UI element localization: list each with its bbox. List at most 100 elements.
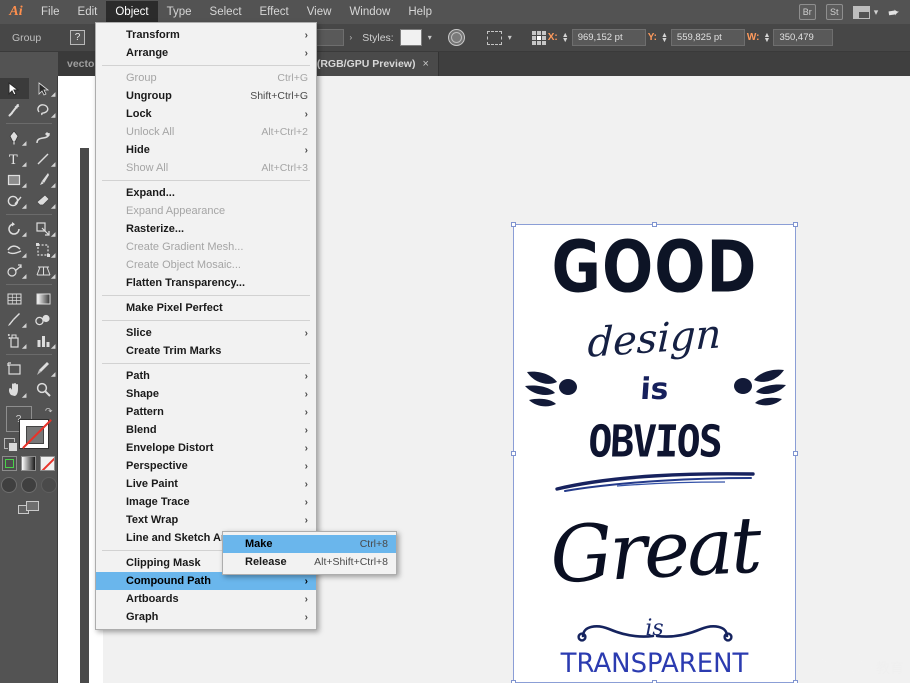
swap-fill-stroke-icon[interactable]: ↷ [45,406,53,417]
menu-item-ungroup[interactable]: Ungroup Shift+Ctrl+G [96,87,316,105]
menu-item-make-pixel-perfect[interactable]: Make Pixel Perfect [96,299,316,317]
line-segment-tool[interactable]: ◢ [29,148,58,169]
menu-item-text-wrap[interactable]: Text Wrap › [96,511,316,529]
pen-tool[interactable]: ◢ [0,127,29,148]
gradient-fill-button[interactable] [21,456,36,471]
y-coordinate-input[interactable]: 559,825 pt [670,29,745,46]
selection-tool[interactable] [0,78,29,99]
menu-item-label: Show All [126,162,169,174]
menu-select[interactable]: Select [201,1,251,23]
menu-effect[interactable]: Effect [251,1,298,23]
scale-tool[interactable]: ◢ [29,218,58,239]
none-fill-button[interactable] [40,456,55,471]
x-stepper[interactable]: ▲ ▼ [562,32,569,44]
tool-flyout-triangle-icon: ◢ [21,344,27,350]
draw-inside-button[interactable] [40,477,57,493]
zoom-tool[interactable] [29,379,58,400]
menu-item-expand[interactable]: Expand... [96,184,316,202]
width-input[interactable]: 350,479 [773,29,834,46]
artwork-lettering[interactable]: GOOD design is OBVIOS Great is TRANSPARE… [513,224,796,683]
paintbrush-tool[interactable]: ◢ [29,169,58,190]
graphic-style-swatch[interactable] [399,29,422,46]
menu-type[interactable]: Type [158,1,201,23]
recolor-artwork-icon[interactable] [447,29,465,46]
menu-item-image-trace[interactable]: Image Trace › [96,493,316,511]
share-icon[interactable]: ➨ [887,3,901,22]
menu-item-live-paint[interactable]: Live Paint › [96,475,316,493]
menu-item-hide[interactable]: Hide › [96,141,316,159]
menu-item-blend[interactable]: Blend › [96,421,316,439]
direct-selection-tool[interactable]: ◢ [29,78,58,99]
blend-tool[interactable] [29,309,58,330]
artboard-tool[interactable] [0,358,29,379]
x-coordinate-input[interactable]: 969,152 pt [571,29,646,46]
submenu-item-make[interactable]: Make Ctrl+8 [223,535,396,553]
compound-path-submenu[interactable]: Make Ctrl+8 Release Alt+Shift+Ctrl+8 [222,531,397,575]
column-graph-tool[interactable]: ◢ [29,330,58,351]
menu-item-arrange[interactable]: Arrange › [96,44,316,62]
menu-item-pattern[interactable]: Pattern › [96,403,316,421]
menu-item-shape[interactable]: Shape › [96,385,316,403]
submenu-item-release[interactable]: Release Alt+Shift+Ctrl+8 [223,553,396,571]
menu-item-flatten-transparency[interactable]: Flatten Transparency... [96,274,316,292]
menu-item-envelope-distort[interactable]: Envelope Distort › [96,439,316,457]
free-transform-tool[interactable]: ◢ [29,239,58,260]
rotate-tool[interactable]: ◢ [0,218,29,239]
menu-edit[interactable]: Edit [69,1,107,23]
width-tool[interactable]: ◢ [0,239,29,260]
menu-item-transform[interactable]: Transform › [96,26,316,44]
close-icon[interactable]: × [422,58,428,70]
default-fill-stroke-icon[interactable] [3,438,18,452]
select-similar-chevron-icon[interactable]: ▾ [502,33,518,42]
width-stepper[interactable]: ▲ ▼ [764,32,771,44]
symbol-sprayer-tool[interactable]: ◢ [0,330,29,351]
menu-view[interactable]: View [298,1,341,23]
shape-builder-tool[interactable]: ◢ [0,260,29,281]
menu-object[interactable]: Object [106,1,158,23]
select-similar-icon[interactable] [486,30,502,45]
styles-chevron-down-icon[interactable]: ▾ [422,33,438,42]
lasso-tool[interactable]: ◢ [29,99,58,120]
y-stepper[interactable]: ▲ ▼ [661,32,668,44]
curvature-tool[interactable] [29,127,58,148]
eraser-tool[interactable]: ◢ [29,190,58,211]
menu-help[interactable]: Help [399,1,441,23]
magic-wand-tool[interactable] [0,99,29,120]
shaper-tool[interactable]: ◢ [0,190,29,211]
menu-item-graph[interactable]: Graph › [96,608,316,626]
draw-behind-button[interactable] [20,477,37,493]
menu-window[interactable]: Window [340,1,399,23]
hand-tool[interactable]: ◢ [0,379,29,400]
menu-item-perspective[interactable]: Perspective › [96,457,316,475]
slice-tool[interactable]: ◢ [29,358,58,379]
eyedropper-tool[interactable]: ◢ [0,309,29,330]
mesh-tool[interactable] [0,288,29,309]
reference-point-selector[interactable] [531,30,546,45]
vertical-scrollbar[interactable] [80,148,89,683]
menu-item-lock[interactable]: Lock › [96,105,316,123]
chevron-down-icon: ▾ [873,6,879,17]
menu-item-label: Group [126,72,157,84]
menu-item-artboards[interactable]: Artboards › [96,590,316,608]
gradient-tool[interactable] [29,288,58,309]
change-screen-mode-button[interactable] [17,501,40,516]
color-fill-button[interactable] [2,456,17,471]
fill-swatch-none[interactable] [18,419,49,449]
menu-item-path[interactable]: Path › [96,367,316,385]
menu-item-slice[interactable]: Slice › [96,324,316,342]
opacity-expand-icon[interactable]: › [344,33,359,42]
menu-item-create-trim-marks[interactable]: Create Trim Marks [96,342,316,360]
submenu-arrow-icon: › [304,442,308,454]
rectangle-tool[interactable]: ◢ [0,169,29,190]
fill-stroke-controls[interactable]: ? ↷ [3,406,54,452]
perspective-grid-tool[interactable]: ◢ [29,260,58,281]
workspace-switcher[interactable]: ▾ [852,5,879,19]
help-button[interactable]: ? [70,30,85,45]
draw-normal-button[interactable] [0,477,17,493]
menu-item-rasterize[interactable]: Rasterize... [96,220,316,238]
menu-file[interactable]: File [32,1,69,23]
bridge-icon[interactable]: Br [798,4,816,20]
type-tool[interactable]: T ◢ [0,148,29,169]
tool-flyout-triangle-icon: ◢ [50,113,56,119]
stock-icon[interactable]: St [825,4,843,20]
